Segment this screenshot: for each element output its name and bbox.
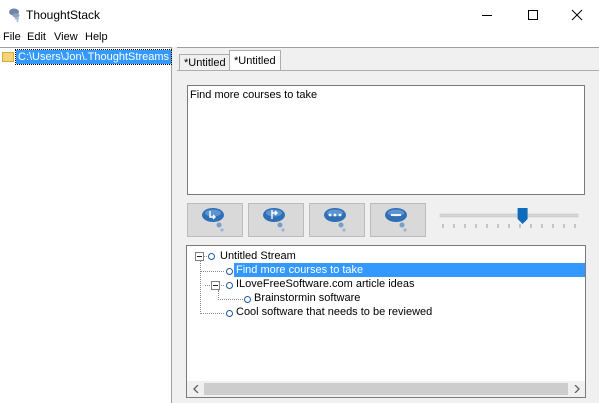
- node-bullet: [244, 296, 251, 303]
- tree-item-article-ideas[interactable]: ILoveFreeSoftware.com article ideas: [234, 277, 417, 291]
- collapse-root-toggle[interactable]: [195, 252, 204, 261]
- folder-icon: [2, 52, 14, 62]
- menu-view[interactable]: View: [54, 31, 78, 43]
- scroll-left-button[interactable]: [187, 381, 204, 397]
- stream-panel: *Untitled *Untitled Find more courses to…: [177, 47, 599, 403]
- add-thought-icon: [202, 208, 224, 232]
- thoughtstack-logo-icon: [7, 7, 23, 23]
- collapse-article-ideas-toggle[interactable]: [211, 281, 220, 290]
- tab-untitled-1[interactable]: *Untitled: [179, 54, 231, 70]
- thought-stream-tree: Untitled Stream Find more courses to tak…: [186, 245, 586, 398]
- tree-item-label: Find more courses to take: [234, 263, 585, 277]
- scroll-right-button[interactable]: [568, 381, 585, 397]
- folder-path-item[interactable]: C:\Users\Jon\.ThoughtStreams: [14, 49, 173, 65]
- tree-root-item[interactable]: Untitled Stream: [218, 249, 298, 263]
- maximize-icon: [527, 10, 538, 20]
- tab-untitled-2[interactable]: *Untitled: [229, 50, 281, 70]
- menu-bar: File Edit View Help: [0, 30, 599, 47]
- more-options-icon: [324, 208, 346, 232]
- menu-edit[interactable]: Edit: [27, 31, 46, 43]
- add-sub-thought-button[interactable]: [248, 203, 304, 237]
- folder-tree-panel: C:\Users\Jon\.ThoughtStreams: [0, 47, 173, 403]
- remove-thought-icon: [385, 208, 407, 232]
- close-button[interactable]: [554, 0, 599, 30]
- close-icon: [571, 9, 582, 21]
- more-options-button[interactable]: [309, 203, 365, 237]
- menu-help[interactable]: Help: [85, 31, 108, 43]
- tree-item-label: Cool software that needs to be reviewed: [236, 306, 433, 318]
- menu-file[interactable]: File: [3, 31, 21, 43]
- tree-item-label: Brainstormin software: [254, 292, 361, 304]
- tree-item-find-courses[interactable]: Find more courses to take: [234, 263, 585, 277]
- slider-thumb[interactable]: [517, 208, 528, 224]
- tree-root-label: Untitled Stream: [220, 250, 296, 262]
- node-bullet: [226, 268, 233, 275]
- scrollbar-thumb[interactable]: [204, 383, 568, 395]
- node-bullet: [226, 310, 233, 317]
- horizontal-scrollbar[interactable]: [187, 381, 585, 397]
- tree-item-label: ILoveFreeSoftware.com article ideas: [236, 278, 415, 290]
- node-bullet: [208, 253, 215, 260]
- node-bullet: [226, 282, 233, 289]
- maximize-button[interactable]: [510, 0, 555, 30]
- zoom-slider[interactable]: [439, 208, 579, 234]
- remove-thought-button[interactable]: [370, 203, 426, 237]
- tab-divider: [177, 70, 599, 71]
- tree-item-brainstormin[interactable]: Brainstormin software: [252, 291, 362, 305]
- minimize-button[interactable]: [464, 0, 509, 30]
- add-thought-button[interactable]: [187, 203, 243, 237]
- chevron-right-icon: [574, 385, 580, 393]
- thought-text-editor[interactable]: Find more courses to take: [187, 85, 585, 195]
- chevron-left-icon: [192, 385, 198, 393]
- tree-item-cool-software[interactable]: Cool software that needs to be reviewed: [234, 305, 434, 319]
- window-title: ThoughtStack: [26, 8, 101, 22]
- minimize-icon: [481, 15, 492, 16]
- title-bar: ThoughtStack: [0, 0, 599, 30]
- add-sub-thought-icon: [263, 208, 285, 232]
